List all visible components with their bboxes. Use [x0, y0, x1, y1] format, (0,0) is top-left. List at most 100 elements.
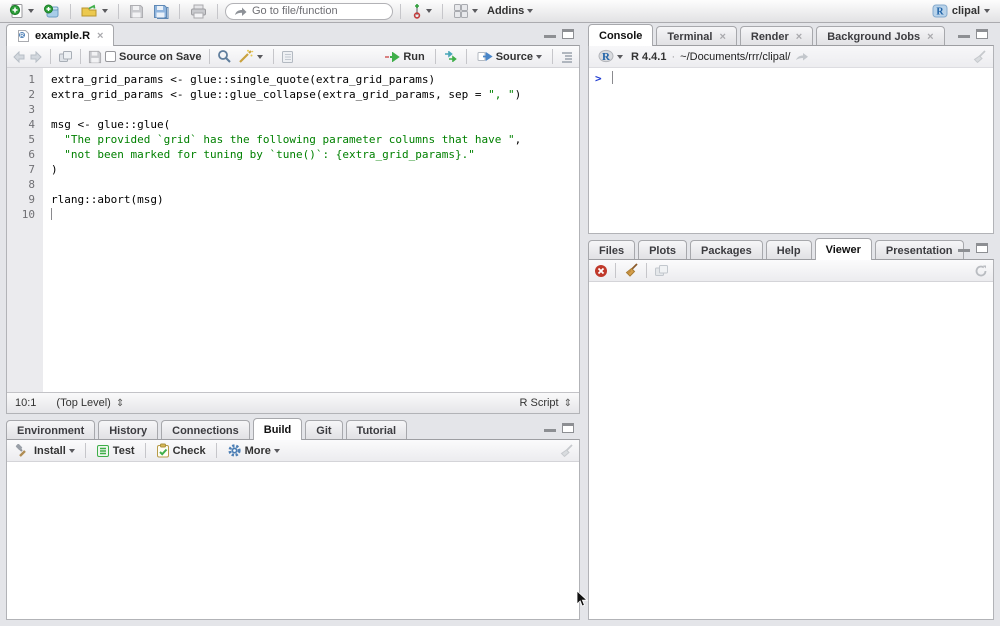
back-icon[interactable]: [12, 51, 26, 63]
tab-viewer[interactable]: Viewer: [815, 238, 872, 260]
maximize-icon[interactable]: [562, 423, 574, 433]
code-line[interactable]: 8: [7, 177, 579, 192]
editor-box: Source on Save Run: [6, 45, 580, 414]
minimize-icon[interactable]: [544, 30, 556, 38]
tab-close-icon[interactable]: ×: [97, 30, 103, 42]
toolbar-divider: [442, 4, 443, 19]
tab-files[interactable]: Files: [588, 240, 635, 260]
find-replace-icon[interactable]: [217, 49, 232, 64]
toolbar-divider: [400, 4, 401, 19]
new-file-icon: [9, 3, 25, 19]
console-input-area[interactable]: >: [589, 68, 993, 233]
chevron-down-icon: [426, 9, 432, 13]
pane-layout-button[interactable]: [450, 2, 481, 20]
open-new-window-icon[interactable]: [654, 264, 669, 277]
filetype-selector[interactable]: R Script ⇕: [519, 397, 571, 409]
goto-file-input[interactable]: Go to file/function: [225, 3, 393, 20]
code-line[interactable]: 6 "not been marked for tuning by `tune()…: [7, 147, 579, 162]
save-icon[interactable]: [88, 50, 102, 64]
toolbar-divider: [466, 49, 467, 64]
tab-background-jobs[interactable]: Background Jobs×: [816, 26, 944, 46]
test-button[interactable]: Test: [93, 443, 138, 459]
tab-close-icon[interactable]: ×: [796, 31, 802, 43]
minimize-icon[interactable]: [958, 30, 970, 38]
more-button[interactable]: More: [224, 442, 283, 459]
new-project-button[interactable]: [40, 2, 63, 20]
new-project-icon: [43, 3, 60, 19]
maximize-icon[interactable]: [562, 29, 574, 39]
run-button[interactable]: Run: [381, 50, 427, 64]
line-number: 2: [7, 87, 43, 102]
check-button[interactable]: Check: [153, 442, 209, 459]
maximize-icon[interactable]: [976, 243, 988, 253]
project-menu-button[interactable]: R clipal: [928, 3, 994, 19]
tab-close-icon[interactable]: ×: [927, 31, 933, 43]
rerun-icon[interactable]: [443, 51, 459, 62]
r-version-menu-button[interactable]: R: [595, 48, 626, 65]
tab-label: Terminal: [667, 31, 712, 43]
clean-broom-icon[interactable]: [623, 263, 639, 278]
save-button[interactable]: [126, 3, 147, 20]
check-label: Check: [173, 445, 206, 457]
tab-environment[interactable]: Environment: [6, 420, 95, 440]
tab-build[interactable]: Build: [253, 418, 303, 440]
source-button[interactable]: Source: [474, 50, 545, 64]
code-line[interactable]: 9rlang::abort(msg): [7, 192, 579, 207]
code-editor[interactable]: 1extra_grid_params <- glue::single_quote…: [7, 68, 579, 392]
build-tabstrip: Environment History ConnectionsBuild Git Tut…: [6, 418, 580, 440]
code-line[interactable]: 2extra_grid_params <- glue::glue_collaps…: [7, 87, 579, 102]
tab-presentation[interactable]: Presentation: [875, 240, 964, 260]
addins-button[interactable]: Addins: [484, 4, 536, 18]
new-file-button[interactable]: [6, 2, 37, 20]
clear-console-broom-icon[interactable]: [971, 50, 987, 64]
tab-packages[interactable]: Packages: [690, 240, 763, 260]
code-line[interactable]: 4msg <- glue::glue(: [7, 117, 579, 132]
compile-report-icon[interactable]: [281, 50, 294, 64]
toolbar-divider: [118, 4, 119, 19]
tab-connections[interactable]: Connections: [161, 420, 250, 440]
print-button[interactable]: [187, 3, 210, 20]
code-line[interactable]: 5 "The provided `grid` has the following…: [7, 132, 579, 147]
forward-icon[interactable]: [29, 51, 43, 63]
source-on-save-checkbox[interactable]: [105, 51, 116, 62]
code-text: [43, 177, 51, 192]
clear-broom-icon[interactable]: [558, 444, 574, 458]
editor-window-controls: [544, 29, 574, 39]
tab-plots[interactable]: Plots: [638, 240, 687, 260]
save-all-button[interactable]: [150, 3, 172, 20]
tab-label: History: [109, 425, 147, 437]
tab-render[interactable]: Render ×: [740, 26, 813, 46]
code-line[interactable]: 10: [7, 207, 579, 222]
tab-terminal[interactable]: Terminal ×: [656, 26, 736, 46]
tab-example-r[interactable]: Rexample.R×: [6, 24, 114, 46]
refresh-icon[interactable]: [974, 264, 988, 278]
stop-clear-icon[interactable]: [594, 264, 608, 278]
document-outline-icon[interactable]: [560, 51, 574, 63]
code-line[interactable]: 7): [7, 162, 579, 177]
tab-help[interactable]: Help: [766, 240, 812, 260]
tab-console[interactable]: Console: [588, 24, 653, 46]
tab-close-icon[interactable]: ×: [719, 31, 725, 43]
install-button[interactable]: Install: [12, 443, 78, 459]
tab-label: Environment: [17, 425, 84, 437]
tab-history[interactable]: History: [98, 420, 158, 440]
minimize-icon[interactable]: [958, 244, 970, 252]
goto-directory-icon[interactable]: [795, 51, 809, 62]
tab-label: Render: [751, 31, 789, 43]
version-control-button[interactable]: [408, 2, 435, 20]
r-project-icon: R: [932, 4, 948, 18]
open-new-window-icon[interactable]: [58, 50, 73, 63]
build-output-area: [7, 462, 579, 619]
tab-label: Git: [316, 425, 331, 437]
minimize-icon[interactable]: [544, 424, 556, 432]
scope-selector[interactable]: (Top Level) ⇕: [56, 397, 123, 409]
maximize-icon[interactable]: [976, 29, 988, 39]
open-file-button[interactable]: [78, 2, 111, 20]
code-line[interactable]: 1extra_grid_params <- glue::single_quote…: [7, 72, 579, 87]
tab-tutorial[interactable]: Tutorial: [346, 420, 408, 440]
code-text: extra_grid_params <- glue::single_quote(…: [43, 72, 435, 87]
code-line[interactable]: 3: [7, 102, 579, 117]
code-tools-button[interactable]: [235, 48, 266, 65]
tab-git[interactable]: Git: [305, 420, 342, 440]
r-logo-icon: R: [598, 49, 614, 64]
